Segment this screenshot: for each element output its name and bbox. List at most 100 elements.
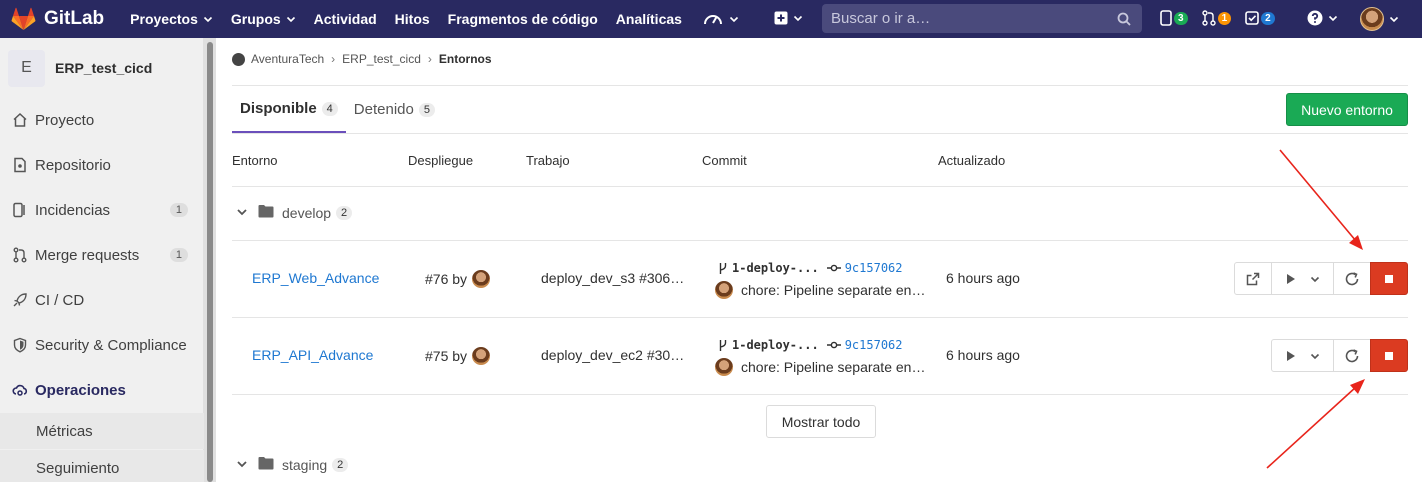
branch-icon bbox=[719, 262, 727, 274]
home-icon bbox=[12, 112, 28, 128]
author-avatar[interactable] bbox=[715, 358, 733, 376]
deployer-avatar[interactable] bbox=[472, 347, 491, 365]
chevron-down-icon bbox=[1310, 276, 1319, 282]
todos-shortcut[interactable]: 2 bbox=[1245, 11, 1275, 25]
gauge-icon bbox=[703, 15, 722, 25]
nav-snippets[interactable]: Fragmentos de código bbox=[448, 11, 598, 27]
merge-requests-count-badge: 1 bbox=[1217, 11, 1232, 25]
breadcrumb-group[interactable]: AventuraTech bbox=[251, 52, 324, 66]
new-dropdown-button[interactable] bbox=[774, 11, 803, 25]
nav-projects-label: Proyectos bbox=[130, 11, 198, 27]
deployment-number: #75 by bbox=[425, 348, 468, 364]
updated-time: 6 hours ago bbox=[946, 347, 1020, 363]
sidebar-item-label: Security & Compliance bbox=[35, 336, 187, 354]
external-link-icon bbox=[1246, 272, 1260, 285]
commit-title-link[interactable]: chore: Pipeline separate en… bbox=[741, 282, 925, 298]
nav-activity[interactable]: Actividad bbox=[314, 11, 377, 27]
redeploy-button[interactable] bbox=[1333, 262, 1371, 295]
commit-sha-link[interactable]: 9c157062 bbox=[845, 261, 903, 275]
column-header-updated: Actualizado bbox=[938, 153, 1006, 168]
sidebar-subitem-metrics[interactable]: Métricas bbox=[0, 413, 204, 449]
environment-link[interactable]: ERP_API_Advance bbox=[252, 347, 373, 363]
manual-actions-dropdown[interactable] bbox=[1271, 339, 1334, 372]
sidebar-item-repository[interactable]: Repositorio bbox=[0, 145, 204, 185]
group-avatar-icon bbox=[232, 52, 245, 66]
performance-bar-toggle[interactable] bbox=[702, 10, 739, 28]
open-live-environment-button[interactable] bbox=[1234, 262, 1272, 295]
deployer-avatar[interactable] bbox=[472, 270, 491, 288]
nav-projects[interactable]: Proyectos bbox=[130, 11, 213, 27]
folder-icon bbox=[258, 456, 274, 473]
chevron-right-icon: › bbox=[331, 52, 336, 66]
breadcrumb-current: Entornos bbox=[438, 52, 492, 66]
search-icon bbox=[1117, 12, 1131, 26]
search-input[interactable]: Buscar o ir a… bbox=[822, 4, 1142, 33]
issues-shortcut[interactable]: 3 bbox=[1160, 10, 1188, 26]
deployment-info: #75 by bbox=[425, 347, 491, 365]
show-all-button[interactable]: Mostrar todo bbox=[766, 405, 876, 438]
environment-folder-develop[interactable]: develop 2 bbox=[232, 204, 353, 221]
commit-sha-link[interactable]: 9c157062 bbox=[845, 338, 903, 352]
gitlab-logo-icon bbox=[11, 7, 36, 31]
chevron-down-icon bbox=[1310, 353, 1319, 359]
sidebar-subitem-tracing[interactable]: Seguimiento bbox=[0, 450, 204, 482]
job-link[interactable]: deploy_dev_s3 #306… bbox=[541, 270, 689, 286]
merge-requests-count-badge: 1 bbox=[169, 248, 188, 262]
tab-count-badge: 5 bbox=[418, 102, 435, 117]
sidebar-item-merge-requests[interactable]: Merge requests 1 bbox=[0, 235, 204, 275]
chevron-down-icon bbox=[203, 14, 213, 24]
branch-name-link[interactable]: 1-deploy-... bbox=[732, 261, 819, 275]
sidebar-scrollbar[interactable] bbox=[204, 38, 216, 482]
tab-available[interactable]: Disponible 4 bbox=[232, 86, 346, 133]
breadcrumb-project[interactable]: ERP_test_cicd bbox=[342, 52, 421, 66]
chevron-down-icon bbox=[729, 14, 739, 24]
issues-icon bbox=[1160, 10, 1172, 26]
scrollbar-thumb[interactable] bbox=[207, 42, 213, 482]
folder-count-badge: 2 bbox=[332, 457, 349, 472]
sidebar-item-project[interactable]: Proyecto bbox=[0, 100, 204, 140]
nav-analytics[interactable]: Analíticas bbox=[616, 11, 682, 27]
folder-count-badge: 2 bbox=[336, 205, 353, 220]
sidebar-item-operations[interactable]: Operaciones bbox=[0, 370, 204, 410]
commit-title-link[interactable]: chore: Pipeline separate en… bbox=[741, 359, 925, 375]
branch-name-link[interactable]: 1-deploy-... bbox=[732, 338, 819, 352]
commit-message: chore: Pipeline separate en… bbox=[715, 358, 939, 376]
tab-stopped[interactable]: Detenido 5 bbox=[346, 86, 443, 133]
sidebar-item-label: Repositorio bbox=[35, 156, 111, 174]
user-menu[interactable] bbox=[1360, 7, 1399, 31]
annotation-arrow-top bbox=[1279, 149, 1363, 250]
chevron-down-icon bbox=[236, 205, 248, 221]
stop-icon bbox=[1385, 351, 1393, 360]
environment-link[interactable]: ERP_Web_Advance bbox=[252, 270, 379, 286]
gitlab-home-link[interactable]: GitLab bbox=[11, 7, 104, 31]
shield-icon bbox=[12, 337, 28, 353]
merge-request-icon bbox=[1201, 10, 1216, 26]
merge-requests-shortcut[interactable]: 1 bbox=[1201, 10, 1232, 26]
redeploy-button[interactable] bbox=[1333, 339, 1371, 372]
environment-folder-staging[interactable]: staging 2 bbox=[232, 456, 349, 473]
stop-environment-button[interactable] bbox=[1370, 339, 1408, 372]
tab-label: Disponible bbox=[240, 100, 317, 117]
sidebar-item-issues[interactable]: Incidencias 1 bbox=[0, 190, 204, 230]
help-dropdown[interactable] bbox=[1307, 10, 1338, 26]
issues-icon bbox=[12, 202, 28, 218]
author-avatar[interactable] bbox=[715, 281, 733, 299]
manual-actions-dropdown[interactable] bbox=[1271, 262, 1334, 295]
sidebar-project-header[interactable]: E ERP_test_cicd bbox=[0, 38, 203, 98]
sidebar-item-label: Operaciones bbox=[35, 381, 126, 399]
commit-ref: 1-deploy-... 9c157062 bbox=[718, 338, 903, 352]
column-header-job: Trabajo bbox=[526, 153, 570, 168]
commit-message: chore: Pipeline separate en… bbox=[715, 281, 939, 299]
new-environment-button[interactable]: Nuevo entorno bbox=[1286, 93, 1408, 126]
divider bbox=[232, 186, 1408, 187]
sidebar-item-security[interactable]: Security & Compliance bbox=[0, 325, 204, 365]
nav-milestones[interactable]: Hitos bbox=[395, 11, 430, 27]
sidebar-item-ci-cd[interactable]: CI / CD bbox=[0, 280, 204, 320]
job-link[interactable]: deploy_dev_ec2 #30… bbox=[541, 347, 689, 363]
nav-groups[interactable]: Grupos bbox=[231, 11, 296, 27]
stop-environment-button[interactable] bbox=[1370, 262, 1408, 295]
cloud-gear-icon bbox=[12, 382, 28, 398]
chevron-down-icon bbox=[793, 13, 803, 23]
stop-icon bbox=[1385, 274, 1393, 283]
retry-icon bbox=[1345, 271, 1359, 285]
